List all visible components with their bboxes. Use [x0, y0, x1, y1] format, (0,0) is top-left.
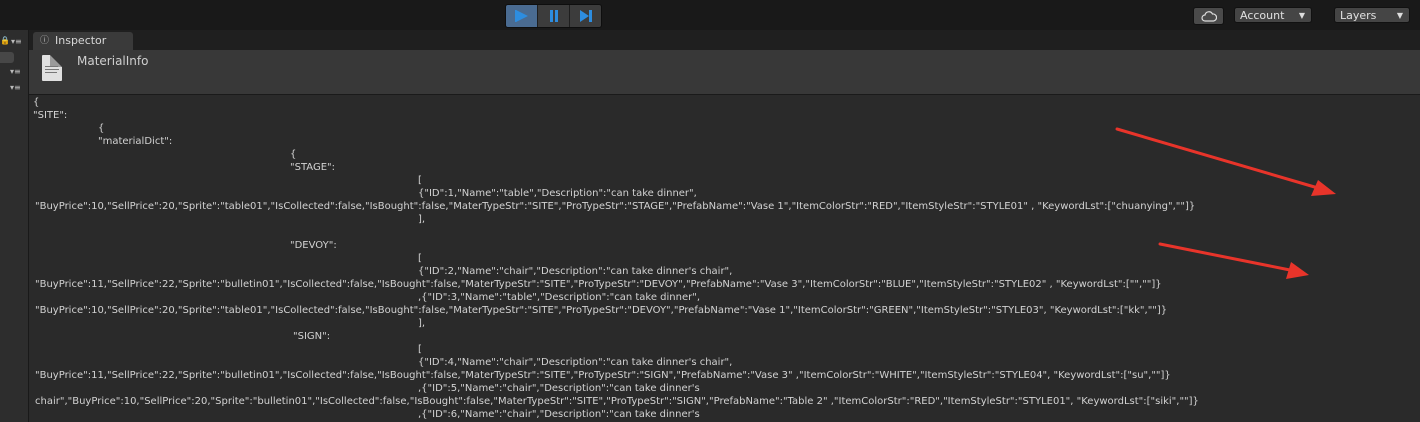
annotation-arrow — [1158, 242, 1309, 279]
annotation-arrow — [1115, 127, 1336, 196]
annotation-arrows — [1115, 127, 1336, 279]
